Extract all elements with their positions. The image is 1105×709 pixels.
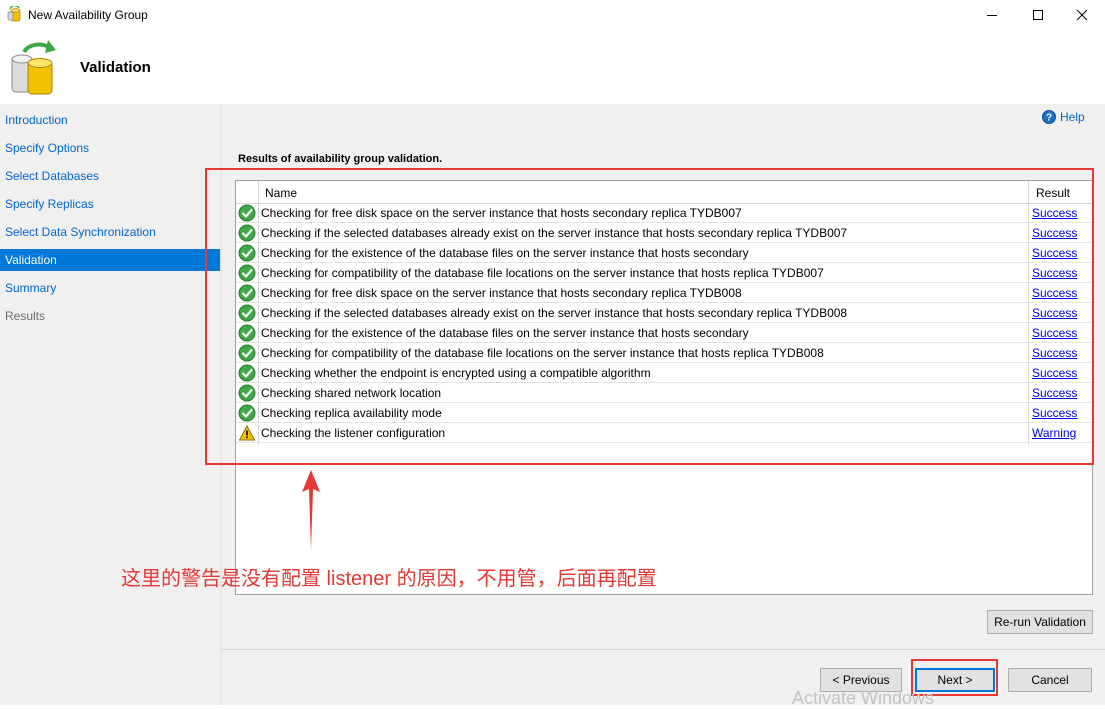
sidebar: Introduction Specify Options Select Data… [0,104,220,705]
rerun-validation-button[interactable]: Re-run Validation [987,610,1093,634]
app-icon [7,6,21,22]
sidebar-item-specify-options[interactable]: Specify Options [0,137,220,159]
windows-activation-watermark: Activate Windows [792,688,935,708]
sidebar-item-introduction[interactable]: Introduction [0,109,220,131]
help-icon: ? [1042,110,1056,124]
help-label: Help [1060,110,1085,124]
minimize-icon [987,15,997,16]
sidebar-item-results: Results [5,309,46,323]
help-link[interactable]: ? Help [1042,110,1085,124]
title-bar: New Availability Group [0,0,1105,30]
close-button[interactable] [1059,0,1105,30]
button-bar-divider [222,649,1105,650]
highlight-box [205,168,1094,465]
sidebar-item-select-databases[interactable]: Select Databases [0,165,220,187]
sidebar-item-specify-replicas[interactable]: Specify Replicas [0,193,220,215]
results-title: Results of availability group validation… [238,153,443,165]
maximize-icon [1033,10,1043,20]
sidebar-item-select-data-synchronization[interactable]: Select Data Synchronization [0,221,220,243]
annotation-text: 这里的警告是没有配置 listener 的原因，不用管，后面再配置 [121,568,657,590]
window-title: New Availability Group [28,8,148,22]
close-icon [1076,9,1088,21]
availability-group-icon [11,40,56,95]
svg-text:?: ? [1046,113,1052,124]
page-header: Validation [0,30,1105,104]
sidebar-item-validation[interactable]: Validation [0,249,220,271]
cancel-button[interactable]: Cancel [1008,668,1092,692]
sidebar-item-summary[interactable]: Summary [0,277,220,299]
minimize-button[interactable] [969,0,1015,30]
maximize-button[interactable] [1015,0,1061,30]
page-title: Validation [80,59,151,76]
